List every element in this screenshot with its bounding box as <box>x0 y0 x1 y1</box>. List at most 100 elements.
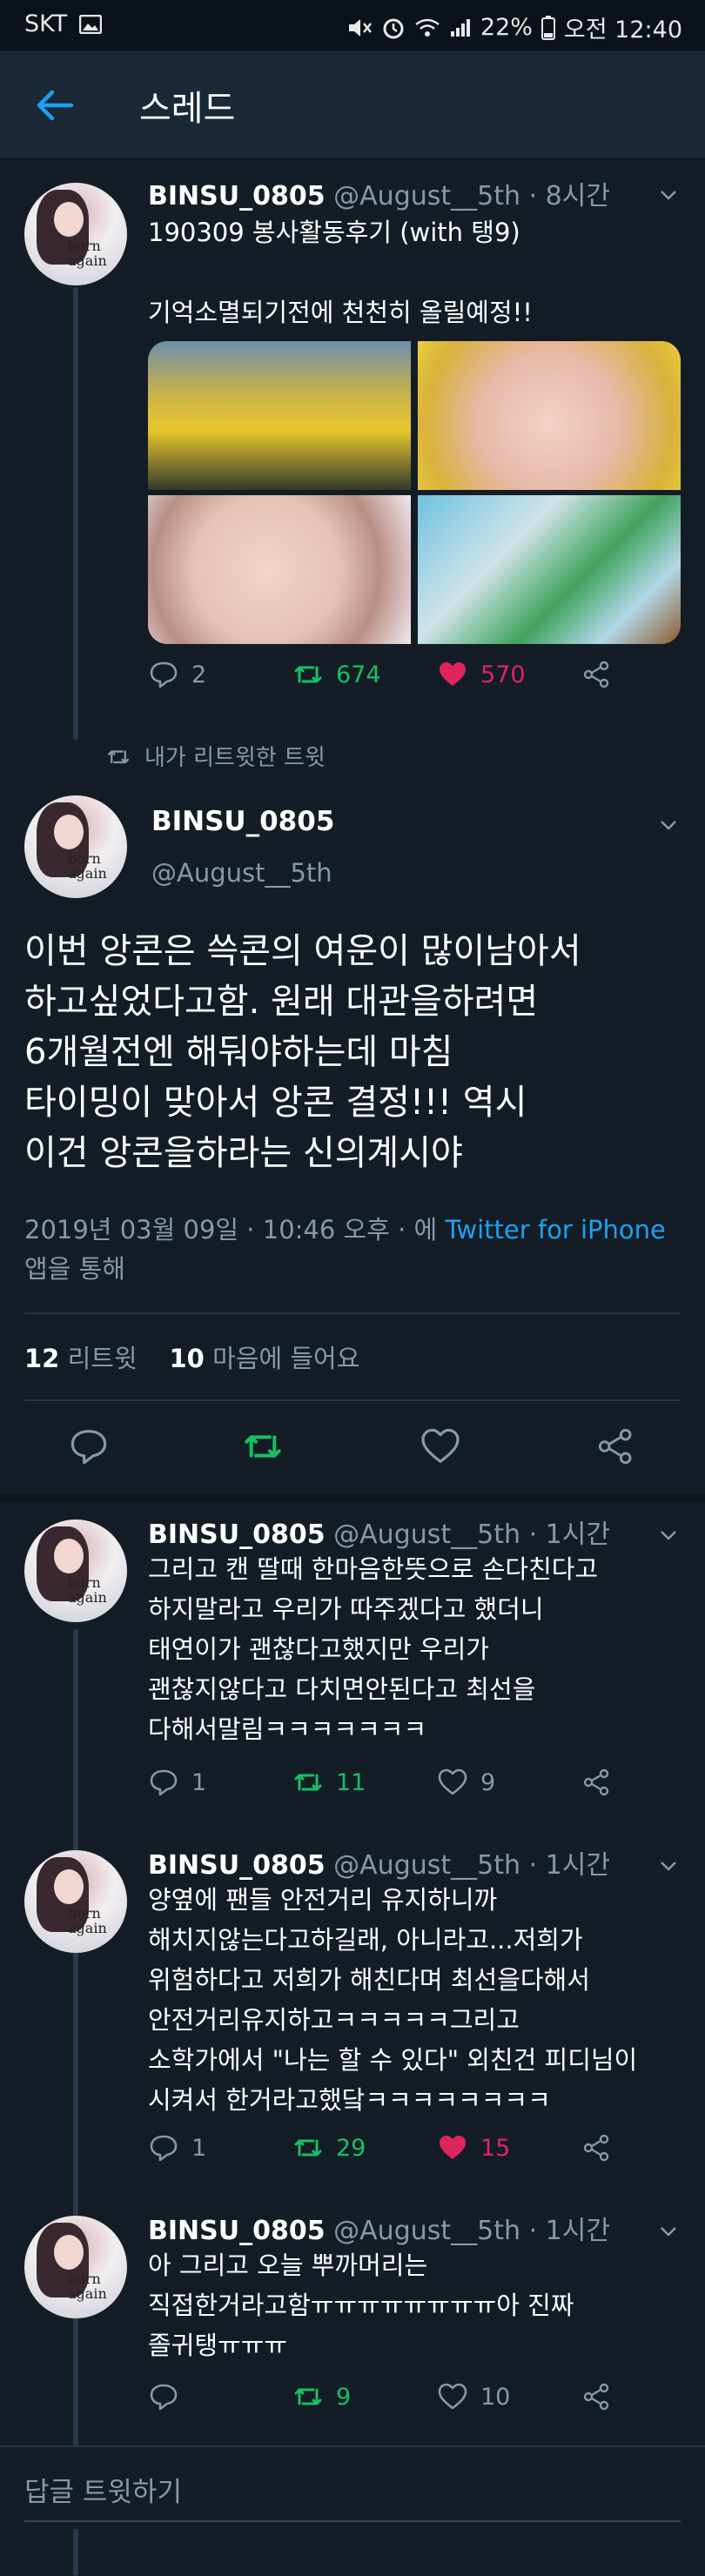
engagement-stats[interactable]: 12 리트윗 10 마음에 들어요 <box>24 1338 359 1375</box>
chevron-down-icon[interactable] <box>658 2221 679 2242</box>
input-underline <box>24 2520 681 2522</box>
divider <box>24 1399 681 1401</box>
retweet-total: 12 <box>24 1344 60 1373</box>
author-handle: @August__5th <box>333 1519 521 1550</box>
tweet-time: · 1시간 <box>528 1519 610 1550</box>
reply-button[interactable]: 1 <box>148 2132 292 2163</box>
wifi-icon <box>415 18 440 37</box>
author-handle: @August__5th <box>333 1850 521 1881</box>
photo-4[interactable] <box>418 495 681 644</box>
page-title: 스레드 <box>139 89 236 129</box>
tweet-actions: 1 11 9 <box>148 1767 705 1798</box>
share-icon <box>583 1768 609 1796</box>
author-handle: @August__5th <box>333 2216 521 2246</box>
retweet-count: 11 <box>336 1768 366 1796</box>
reply-input[interactable]: 답글 트윗하기 <box>24 2470 182 2509</box>
like-button[interactable]: 9 <box>437 1767 581 1798</box>
retweet-context-label: 내가 리트윗한 트윗 <box>144 745 326 771</box>
retweet-button[interactable]: 29 <box>292 2132 437 2163</box>
heart-icon <box>438 2383 467 2410</box>
author-handle: @August__5th <box>151 858 332 888</box>
avatar[interactable]: born again <box>24 183 127 285</box>
share-icon <box>583 661 609 688</box>
retweet-icon <box>294 666 322 683</box>
tweet-header: BINSU_0805 @August__5th · 1시간 <box>148 1843 610 1882</box>
gallery-notification-icon <box>79 14 103 34</box>
share-button[interactable] <box>581 659 705 690</box>
author-handle: @August__5th <box>333 181 521 211</box>
like-count: 15 <box>480 2134 511 2162</box>
share-button[interactable] <box>581 2132 705 2163</box>
source-link[interactable]: Twitter for iPhone <box>445 1215 665 1244</box>
reply-tweet[interactable]: born again BINSU_0805 @August__5th · 1시간 … <box>0 2198 705 2442</box>
retweet-total-label: 리트윗 <box>67 1344 138 1373</box>
share-icon[interactable] <box>595 1426 637 1467</box>
retweet-button[interactable]: 11 <box>292 1767 437 1798</box>
retweet-button[interactable]: 9 <box>292 2381 437 2412</box>
reply-button[interactable]: 2 <box>148 659 292 690</box>
chevron-down-icon[interactable] <box>658 1855 679 1876</box>
reply-icon <box>150 2384 178 2411</box>
avatar[interactable]: born again <box>24 795 127 898</box>
app-bar: 스레드 <box>0 50 705 160</box>
retweet-small-icon <box>107 749 130 763</box>
tweet-parent[interactable]: born again BINSU_0805 @August__5th · 8시간 … <box>0 158 705 715</box>
avatar[interactable]: born again <box>24 1519 127 1622</box>
heart-filled-icon <box>440 2136 466 2159</box>
share-button[interactable] <box>581 2381 705 2412</box>
share-button[interactable] <box>581 1767 705 1798</box>
like-button[interactable]: 15 <box>437 2132 581 2163</box>
like-button[interactable]: 10 <box>437 2381 581 2412</box>
retweet-context: 내가 리트윗한 트윗 <box>106 740 326 772</box>
avatar[interactable]: born again <box>24 1850 127 1953</box>
author-name[interactable]: BINSU_0805 <box>148 181 326 211</box>
clock: 오전 12:40 <box>563 17 682 44</box>
chevron-down-icon[interactable] <box>658 184 679 205</box>
like-button[interactable]: 570 <box>437 659 581 690</box>
like-total-label: 마음에 들어요 <box>212 1344 360 1373</box>
retweet-icon <box>294 1774 322 1791</box>
reply-icon <box>150 2135 178 2162</box>
reply-button[interactable] <box>148 2381 292 2412</box>
reply-button[interactable]: 1 <box>148 1767 292 1798</box>
tweet-text: 190309 봉사활동후기 (with 탱9) 기억소멸되기전에 천천히 올릴예… <box>148 218 533 327</box>
photo-2[interactable] <box>418 341 681 490</box>
main-tweet-actions <box>0 1419 705 1479</box>
author-name[interactable]: BINSU_0805 <box>148 1519 326 1550</box>
divider <box>24 1312 681 1314</box>
author-name[interactable]: BINSU_0805 <box>151 806 334 837</box>
carrier-label: SKT <box>24 10 68 37</box>
reply-count: 1 <box>191 2134 207 2162</box>
section-divider <box>0 1493 705 1502</box>
photo-3[interactable] <box>148 495 411 644</box>
retweet-button[interactable]: 674 <box>292 659 437 690</box>
retweet-count: 9 <box>336 2383 352 2411</box>
reply-tweet[interactable]: born again BINSU_0805 @August__5th · 1시간 … <box>0 1833 705 2190</box>
reply-icon <box>150 661 178 688</box>
like-count: 9 <box>480 1768 496 1796</box>
tweet-text: 그리고 캔 딸때 한마음한뜻으로 손다친다고 하지말라고 우리가 따주겠다고 했… <box>148 1554 599 1744</box>
reply-icon <box>150 1769 178 1796</box>
tweet-timestamp: 2019년 03월 09일 · 10:46 오후 · 에 Twitter for… <box>24 1211 686 1289</box>
main-tweet-text: 이번 앙콘은 쓱콘의 여운이 많이남아서 하고싶었다고함. 원래 대관을하려면 … <box>24 931 581 1173</box>
photo-1[interactable] <box>148 341 411 490</box>
share-icon <box>583 2134 609 2162</box>
photo-grid[interactable] <box>148 341 681 644</box>
heart-icon <box>438 1768 467 1795</box>
chevron-down-icon[interactable] <box>658 1525 679 1546</box>
tweet-time: · 1시간 <box>528 2216 610 2246</box>
reply-composer[interactable]: 답글 트윗하기 <box>0 2445 705 2529</box>
tweet-actions: 9 10 <box>148 2381 705 2412</box>
tweet-time: · 1시간 <box>528 1850 610 1881</box>
chevron-down-icon[interactable] <box>658 815 679 835</box>
author-name[interactable]: BINSU_0805 <box>148 2216 326 2246</box>
retweet-icon[interactable] <box>242 1426 284 1467</box>
back-arrow-icon[interactable] <box>33 84 77 127</box>
avatar[interactable]: born again <box>24 2216 127 2318</box>
battery-icon <box>540 15 555 40</box>
heart-icon[interactable] <box>420 1426 461 1467</box>
status-bar: SKT 22% 오전 12:40 <box>0 0 705 50</box>
reply-tweet[interactable]: born again BINSU_0805 @August__5th · 1시간 … <box>0 1502 705 1815</box>
author-name[interactable]: BINSU_0805 <box>148 1850 326 1881</box>
reply-icon[interactable] <box>68 1426 110 1467</box>
